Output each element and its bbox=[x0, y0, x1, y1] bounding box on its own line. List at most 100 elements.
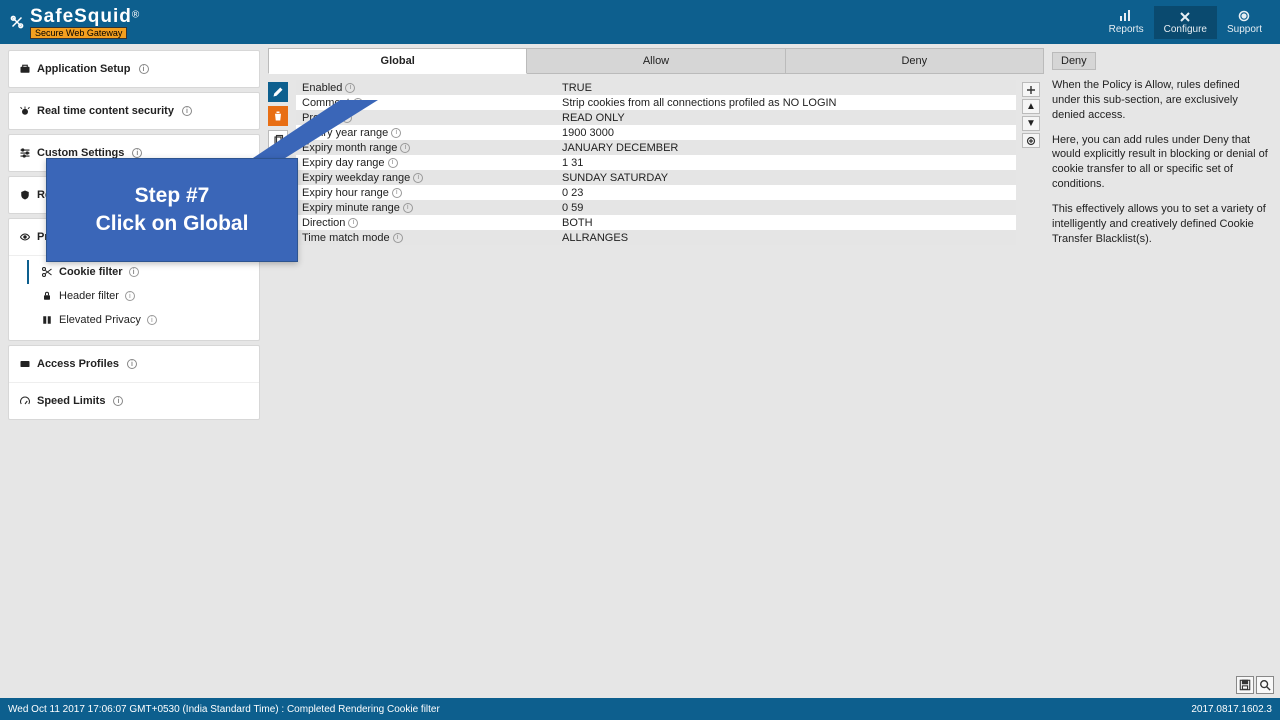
tab-allow[interactable]: Allow bbox=[527, 48, 785, 74]
setting-label: Expiry hour range bbox=[302, 187, 389, 199]
briefcase-icon bbox=[19, 63, 31, 75]
help-text: When the Policy is Allow, rules defined … bbox=[1052, 78, 1270, 123]
setting-value: JANUARY DECEMBER bbox=[562, 142, 1010, 154]
setting-row[interactable]: Expiry minute rangei 0 59 bbox=[296, 200, 1016, 215]
setting-row[interactable]: EnablediTRUE bbox=[296, 80, 1016, 95]
help-title: Deny bbox=[1052, 52, 1096, 70]
label: Speed Limits bbox=[37, 395, 105, 407]
columns-icon bbox=[41, 314, 53, 326]
sidebar-application-setup[interactable]: Application Setup i bbox=[9, 51, 259, 87]
info-icon[interactable]: i bbox=[393, 233, 403, 243]
instruction-callout: Step #7 Click on Global bbox=[46, 158, 298, 262]
brand-tagline: Secure Web Gateway bbox=[30, 27, 127, 39]
setting-row[interactable]: Time match modei ALLRANGES bbox=[296, 230, 1016, 245]
setting-value: ALLRANGES bbox=[562, 232, 1010, 244]
setting-row[interactable]: ProfilesiREAD ONLY bbox=[296, 110, 1016, 125]
setting-row[interactable]: Expiry weekday rangeiSUNDAY SATURDAY bbox=[296, 170, 1016, 185]
label: Elevated Privacy bbox=[59, 314, 141, 326]
info-icon[interactable]: i bbox=[113, 396, 123, 406]
tab-deny[interactable]: Deny bbox=[786, 48, 1044, 74]
setting-row[interactable]: CommentiStrip cookies from all connectio… bbox=[296, 95, 1016, 110]
top-nav: Reports Configure Support bbox=[1099, 6, 1272, 39]
add-row-button[interactable] bbox=[1022, 82, 1040, 97]
setting-label: Direction bbox=[302, 217, 345, 229]
info-icon[interactable]: i bbox=[127, 359, 137, 369]
setting-row[interactable]: Directioni BOTH bbox=[296, 215, 1016, 230]
sidebar-elevated-privacy[interactable]: Elevated Privacy i bbox=[35, 308, 259, 332]
lock-icon bbox=[41, 290, 53, 302]
brand-name: SafeSquid® bbox=[30, 6, 139, 28]
label: Cookie filter bbox=[59, 266, 123, 278]
label: Real time content security bbox=[37, 105, 174, 117]
search-button[interactable] bbox=[1256, 676, 1274, 694]
info-icon[interactable]: i bbox=[400, 143, 410, 153]
label: Header filter bbox=[59, 290, 119, 302]
callout-line1: Step #7 bbox=[135, 184, 210, 208]
setting-value: 0 23 bbox=[562, 187, 1010, 199]
nav-configure[interactable]: Configure bbox=[1154, 6, 1217, 39]
setting-value: TRUE bbox=[562, 82, 1010, 94]
nav-reports[interactable]: Reports bbox=[1099, 6, 1154, 39]
brand: SafeSquid® Secure Web Gateway bbox=[8, 6, 139, 39]
info-icon[interactable]: i bbox=[345, 83, 355, 93]
info-icon[interactable]: i bbox=[392, 188, 402, 198]
sliders-icon bbox=[19, 147, 31, 159]
info-icon[interactable]: i bbox=[413, 173, 423, 183]
help-panel: Deny When the Policy is Allow, rules def… bbox=[1052, 48, 1276, 686]
sidebar-speed-limits[interactable]: Speed Limits i bbox=[9, 383, 259, 419]
save-button[interactable] bbox=[1236, 676, 1254, 694]
info-icon[interactable]: i bbox=[139, 64, 149, 74]
tab-global[interactable]: Global bbox=[268, 48, 527, 74]
setting-value: BOTH bbox=[562, 217, 1010, 229]
version-text: 2017.0817.1602.3 bbox=[1191, 704, 1272, 715]
scissors-icon bbox=[41, 266, 53, 278]
setting-row[interactable]: Expiry month rangeiJANUARY DECEMBER bbox=[296, 140, 1016, 155]
nav-support[interactable]: Support bbox=[1217, 6, 1272, 39]
eye-off-icon bbox=[19, 231, 31, 243]
help-text: Here, you can add rules under Deny that … bbox=[1052, 133, 1270, 192]
nav-reports-label: Reports bbox=[1109, 24, 1144, 35]
info-icon[interactable]: i bbox=[348, 218, 358, 228]
settings-grid: EnablediTRUECommentiStrip cookies from a… bbox=[268, 80, 1044, 245]
setting-value: 1900 3000 bbox=[562, 127, 1010, 139]
label: Access Profiles bbox=[37, 358, 119, 370]
info-icon[interactable]: i bbox=[391, 128, 401, 138]
info-icon[interactable]: i bbox=[182, 106, 192, 116]
topbar: SafeSquid® Secure Web Gateway Reports Co… bbox=[0, 0, 1280, 44]
nav-configure-label: Configure bbox=[1164, 24, 1207, 35]
sidebar-cookie-filter[interactable]: Cookie filter i bbox=[35, 260, 259, 284]
setting-value: READ ONLY bbox=[562, 112, 1010, 124]
label: Application Setup bbox=[37, 63, 131, 75]
nav-support-label: Support bbox=[1227, 24, 1262, 35]
edit-button[interactable] bbox=[268, 82, 288, 102]
info-icon[interactable]: i bbox=[403, 203, 413, 213]
status-text: Wed Oct 11 2017 17:06:07 GMT+0530 (India… bbox=[8, 704, 440, 715]
gauge-icon bbox=[19, 395, 31, 407]
info-icon[interactable]: i bbox=[125, 291, 135, 301]
sidebar-access-profiles[interactable]: Access Profiles i bbox=[9, 346, 259, 383]
setting-value: 1 31 bbox=[562, 157, 1010, 169]
setting-row[interactable]: Expiry day rangei1 31 bbox=[296, 155, 1016, 170]
callout-line2: Click on Global bbox=[96, 212, 249, 236]
move-down-button[interactable]: ▼ bbox=[1022, 116, 1040, 131]
setting-label: Expiry minute range bbox=[302, 202, 400, 214]
setting-row[interactable]: Expiry hour rangei 0 23 bbox=[296, 185, 1016, 200]
info-icon[interactable]: i bbox=[129, 267, 139, 277]
setting-label: Time match mode bbox=[302, 232, 390, 244]
help-text: This effectively allows you to set a var… bbox=[1052, 202, 1270, 247]
shield-icon bbox=[19, 189, 31, 201]
sidebar: Application Setup i Real time content se… bbox=[0, 44, 260, 686]
setting-value: Strip cookies from all connections profi… bbox=[562, 97, 1010, 109]
info-icon[interactable]: i bbox=[147, 315, 157, 325]
info-icon[interactable]: i bbox=[132, 148, 142, 158]
expand-button[interactable] bbox=[1022, 133, 1040, 148]
sidebar-header-filter[interactable]: Header filter i bbox=[35, 284, 259, 308]
status-bar: Wed Oct 11 2017 17:06:07 GMT+0530 (India… bbox=[0, 698, 1280, 720]
sidebar-realtime-content-security[interactable]: Real time content security i bbox=[9, 93, 259, 129]
move-up-button[interactable]: ▲ bbox=[1022, 99, 1040, 114]
setting-row[interactable]: Expiry year rangei1900 3000 bbox=[296, 125, 1016, 140]
info-icon[interactable]: i bbox=[388, 158, 398, 168]
tabs: Global Allow Deny bbox=[268, 48, 1044, 74]
id-icon bbox=[19, 358, 31, 370]
setting-value: 0 59 bbox=[562, 202, 1010, 214]
